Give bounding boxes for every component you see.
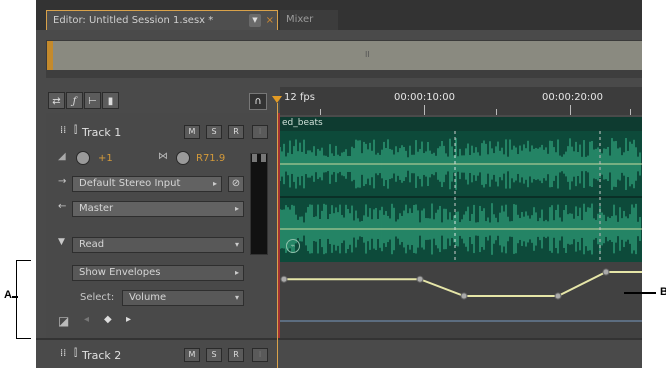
overview-center-mark: II <box>365 50 370 59</box>
drag-handle-icon[interactable]: ⁞⁞ <box>60 348 66 359</box>
audio-clip[interactable]: ⌁ <box>279 131 642 262</box>
eraser-icon[interactable]: ◪ <box>58 314 69 328</box>
output-select-label: Master <box>79 203 114 214</box>
level-meter <box>250 153 268 255</box>
fx-icon[interactable]: ƒ <box>66 92 83 109</box>
select-label: Select: <box>80 292 115 303</box>
output-arrow-icon: ← <box>58 201 67 212</box>
callout-a-tick <box>12 296 18 298</box>
time-ruler[interactable]: 12 fps 00:00:10:00 00:00:20:00 <box>280 87 642 115</box>
track-1-name[interactable]: Track 1 <box>82 126 121 139</box>
pan-value[interactable]: R71.9 <box>196 153 225 164</box>
ruler-tick <box>496 109 497 115</box>
clip-name: ed_beats <box>282 118 323 128</box>
send-icon[interactable]: ⊢ <box>84 92 101 109</box>
envelope-keyframe <box>460 292 468 300</box>
input-monitor-button[interactable]: I <box>252 348 268 362</box>
callout-a: A <box>4 289 12 301</box>
input-arrow-icon: → <box>58 176 67 187</box>
add-keyframe-icon[interactable]: ◆ <box>104 314 112 325</box>
headphone-icon[interactable]: ∩ <box>249 93 267 110</box>
waveform-icon: ⫿ <box>74 348 78 359</box>
mute-button[interactable]: M <box>184 348 200 362</box>
expand-triangle-icon[interactable]: ▼ <box>58 237 65 247</box>
show-envelopes-button[interactable]: Show Envelopes ▸ <box>72 265 244 281</box>
drag-handle-icon[interactable]: ⁞⁞ <box>60 125 66 136</box>
ruler-tick <box>320 109 321 115</box>
ruler-tick <box>570 105 571 115</box>
waveform <box>279 131 642 262</box>
callout-b-line <box>624 292 656 294</box>
record-button[interactable]: R <box>228 125 244 139</box>
ruler-tick <box>630 109 631 115</box>
solo-button[interactable]: S <box>206 348 222 362</box>
input-select[interactable]: Default Stereo Input ▸ <box>72 176 222 192</box>
overview-strip <box>46 70 642 78</box>
chevron-right-icon: ▸ <box>234 204 239 213</box>
fps-label: 12 fps <box>284 92 315 103</box>
playhead-marker[interactable] <box>272 96 282 103</box>
chevron-right-icon: ▸ <box>234 268 239 277</box>
tab-editor-label: Editor: Untitled Session 1.sesx * <box>53 15 214 26</box>
next-keyframe-icon[interactable]: ▸ <box>126 314 131 325</box>
automation-mode-label: Read <box>79 239 105 250</box>
tab-menu-button[interactable]: ▼ <box>249 14 261 27</box>
overview-handle[interactable] <box>47 41 53 71</box>
tab-mixer[interactable]: Mixer <box>280 10 338 30</box>
overview-bar[interactable]: II <box>46 40 642 72</box>
envelope-keyframe <box>602 268 610 276</box>
envelope-baseline <box>280 320 642 322</box>
tab-bar: Editor: Untitled Session 1.sesx * ▼ × Mi… <box>36 0 642 30</box>
output-select[interactable]: Master ▸ <box>72 201 244 217</box>
track-2-name[interactable]: Track 2 <box>82 349 121 362</box>
envelope-line <box>284 271 642 297</box>
envelope-parameter-label: Volume <box>129 292 167 303</box>
volume-value[interactable]: +1 <box>98 153 113 164</box>
automation-mode-select[interactable]: Read ▾ <box>72 237 244 253</box>
show-envelopes-label: Show Envelopes <box>79 267 161 278</box>
input-monitor-toggle[interactable]: ⊘ <box>228 176 244 192</box>
record-button[interactable]: R <box>228 348 244 362</box>
editor-window: Editor: Untitled Session 1.sesx * ▼ × Mi… <box>36 0 642 368</box>
input-select-label: Default Stereo Input <box>79 178 181 189</box>
envelope-parameter-select[interactable]: Volume ▾ <box>122 290 244 306</box>
ruler-tick <box>424 105 425 115</box>
playhead-line <box>277 103 278 368</box>
solo-button[interactable]: S <box>206 125 222 139</box>
tab-close-icon[interactable]: × <box>266 11 274 31</box>
chevron-down-icon: ▾ <box>234 293 239 302</box>
volume-envelope <box>280 268 642 300</box>
callout-a-bracket <box>16 260 31 339</box>
tab-mixer-label: Mixer <box>286 14 314 25</box>
track-1-panel: ⁞⁞ ⫿ Track 1 M S R I ◢ +1 ⋈ R71.9 → Defa… <box>46 113 280 368</box>
ruler-time-10: 00:00:10:00 <box>394 92 456 103</box>
envelope-keyframe <box>416 275 424 283</box>
pan-knob[interactable] <box>176 151 190 165</box>
envelope-keyframe <box>554 292 562 300</box>
clip-fx-icon[interactable]: ⌁ <box>286 239 300 253</box>
swap-icon[interactable]: ⇄ <box>48 92 65 109</box>
chevron-down-icon: ▾ <box>234 240 239 249</box>
chevron-right-icon: ▸ <box>212 179 217 188</box>
previous-keyframe-icon[interactable]: ◂ <box>84 314 89 325</box>
callout-b: B <box>660 286 666 298</box>
pan-icon: ⋈ <box>158 151 168 162</box>
ruler-time-20: 00:00:20:00 <box>542 92 604 103</box>
track-2-header: ⁞⁞ ⫿ Track 2 M S R I <box>36 338 642 368</box>
mute-button[interactable]: M <box>184 125 200 139</box>
volume-knob[interactable] <box>76 151 90 165</box>
clip-title-bar[interactable]: ed_beats <box>280 117 642 131</box>
input-monitor-button[interactable]: I <box>252 125 268 139</box>
envelope-keyframe <box>280 275 288 283</box>
eq-icon[interactable]: ▮ <box>102 92 119 109</box>
envelope-lane[interactable] <box>280 262 642 338</box>
waveform-icon: ⫿ <box>74 125 78 136</box>
volume-icon: ◢ <box>58 151 66 162</box>
tab-editor[interactable]: Editor: Untitled Session 1.sesx * ▼ × <box>46 10 278 30</box>
